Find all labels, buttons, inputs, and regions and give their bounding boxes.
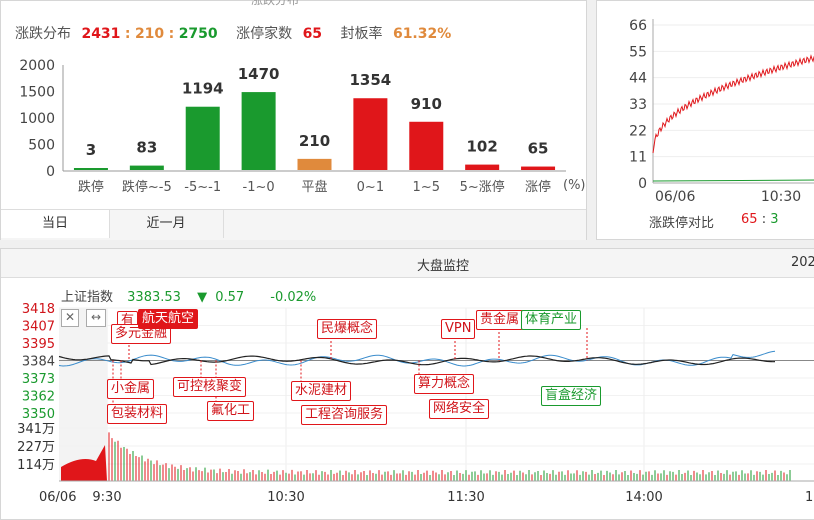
bar bbox=[73, 168, 108, 170]
bar bbox=[353, 98, 388, 170]
distribution-panel: 涨跌分布 涨跌分布 2431 : 210 : 2750 涨停家数 65 封板率 … bbox=[0, 0, 587, 240]
category-label: 跌停 bbox=[78, 179, 104, 195]
category-label: -5~-1 bbox=[184, 180, 221, 195]
bar-value-label: 83 bbox=[136, 139, 157, 157]
tab-today[interactable]: 当日 bbox=[1, 210, 110, 238]
ratio-up: 65 bbox=[741, 212, 758, 227]
price-tick-label: 3384 bbox=[22, 355, 55, 370]
bar bbox=[129, 165, 164, 170]
price-tick-label: 3350 bbox=[22, 407, 55, 422]
price-tick-label: 3362 bbox=[22, 390, 55, 405]
expand-icon[interactable]: ↔ bbox=[86, 309, 106, 327]
x-label: 10:30 bbox=[761, 189, 801, 205]
tag-nuclear-fusion[interactable]: 可控核聚变 bbox=[173, 377, 247, 397]
volume-tick-label: 114万 bbox=[17, 458, 55, 473]
tag-fluorine[interactable]: 氟化工 bbox=[207, 401, 255, 421]
bar bbox=[521, 166, 556, 170]
y-tick-label: 0 bbox=[638, 176, 647, 192]
ratio-label: 涨跌停对比 bbox=[649, 216, 715, 231]
close-icon[interactable]: ✕ bbox=[61, 309, 79, 327]
time-label: 9:30 bbox=[92, 490, 121, 505]
bar bbox=[185, 106, 220, 170]
tag-minor-metals[interactable]: 小金属 bbox=[107, 379, 155, 399]
tag-sports[interactable]: 体育产业 bbox=[521, 310, 582, 330]
category-label: 1~5 bbox=[413, 180, 440, 195]
tag-explosives[interactable]: 民爆概念 bbox=[317, 319, 378, 339]
category-label: 跌停~-5 bbox=[122, 179, 172, 195]
y-tick-label: 66 bbox=[629, 18, 647, 34]
bar-value-label: 1470 bbox=[238, 65, 280, 83]
tag-aerospace[interactable]: 航天航空 bbox=[138, 309, 199, 329]
bar-value-label: 1194 bbox=[182, 80, 224, 98]
category-label: 0~1 bbox=[357, 180, 384, 195]
category-label: -1~0 bbox=[243, 180, 275, 195]
category-label: 5~涨停 bbox=[460, 179, 505, 195]
volume-tick-label: 227万 bbox=[17, 440, 55, 455]
time-label: 10:30 bbox=[267, 490, 304, 505]
bar bbox=[465, 164, 500, 170]
tag-cement[interactable]: 水泥建材 bbox=[291, 381, 352, 401]
ratio-sep: : bbox=[761, 212, 767, 227]
price-tick-label: 3395 bbox=[22, 337, 55, 352]
tab-last-month[interactable]: 近一月 bbox=[109, 210, 224, 238]
tag-precious-metals[interactable]: 贵金属 bbox=[476, 310, 524, 330]
bar-value-label: 1354 bbox=[350, 71, 392, 89]
y-tick-label: 44 bbox=[629, 71, 647, 87]
tag-vpn[interactable]: VPN bbox=[441, 319, 476, 339]
tag-cybersecurity[interactable]: 网络安全 bbox=[429, 399, 490, 419]
bar-value-label: 3 bbox=[86, 141, 96, 159]
bar bbox=[409, 121, 444, 170]
y-tick-label: 11 bbox=[629, 150, 647, 166]
ratio-values: 65 : 3 bbox=[741, 212, 779, 227]
y-tick-label: 1500 bbox=[19, 85, 55, 101]
tag-blind-box[interactable]: 盲盒经济 bbox=[541, 386, 602, 406]
y-tick-label: 22 bbox=[629, 123, 647, 139]
time-label: 15 bbox=[805, 490, 814, 505]
unit-label: (%) bbox=[563, 178, 586, 193]
ratio-down: 3 bbox=[770, 212, 779, 227]
y-tick-label: 2000 bbox=[19, 58, 55, 74]
time-label: 14:00 bbox=[625, 490, 662, 505]
x-label: 06/06 bbox=[655, 189, 695, 205]
bar bbox=[241, 92, 276, 170]
time-label: 06/06 bbox=[39, 490, 76, 505]
y-tick-label: 0 bbox=[46, 164, 55, 180]
bar-value-label: 102 bbox=[467, 138, 498, 156]
tag-engineering[interactable]: 工程咨询服务 bbox=[301, 405, 388, 425]
price-tick-label: 3418 bbox=[22, 302, 55, 317]
down-limit-line bbox=[652, 179, 814, 182]
bar-value-label: 910 bbox=[411, 95, 442, 113]
category-label: 平盘 bbox=[301, 179, 327, 195]
y-tick-label: 500 bbox=[28, 138, 55, 154]
limit-compare-chart: 66 55 44 33 22 11 0 06/06 10:30 bbox=[629, 18, 814, 205]
limit-compare-panel: 66 55 44 33 22 11 0 06/06 10:30 涨跌停对比 65 : 3 bbox=[596, 0, 814, 240]
market-monitor-panel: 大盘监控 202 上证指数 3383.53 ▼ 0.57 -0.02% 3418… bbox=[0, 248, 814, 520]
y-tick-label: 1000 bbox=[19, 111, 55, 127]
y-tick-label: 33 bbox=[629, 97, 647, 113]
time-label: 11:30 bbox=[447, 490, 484, 505]
bar-value-label: 210 bbox=[299, 132, 330, 150]
bar bbox=[297, 158, 332, 170]
tag-packaging[interactable]: 包装材料 bbox=[107, 404, 168, 424]
tag-computing[interactable]: 算力概念 bbox=[414, 374, 475, 394]
y-tick-label: 55 bbox=[629, 44, 647, 60]
distribution-bar-chart: 2000 1500 1000 500 0 3 跌停 83 跌停~-5 1194 -5~-1 1470 -… bbox=[19, 58, 566, 195]
category-label: 涨停 bbox=[525, 179, 551, 195]
bar-value-label: 65 bbox=[528, 140, 549, 158]
price-tick-label: 3373 bbox=[22, 372, 55, 387]
price-tick-label: 3407 bbox=[22, 320, 55, 335]
volume-tick-label: 341万 bbox=[17, 422, 55, 437]
